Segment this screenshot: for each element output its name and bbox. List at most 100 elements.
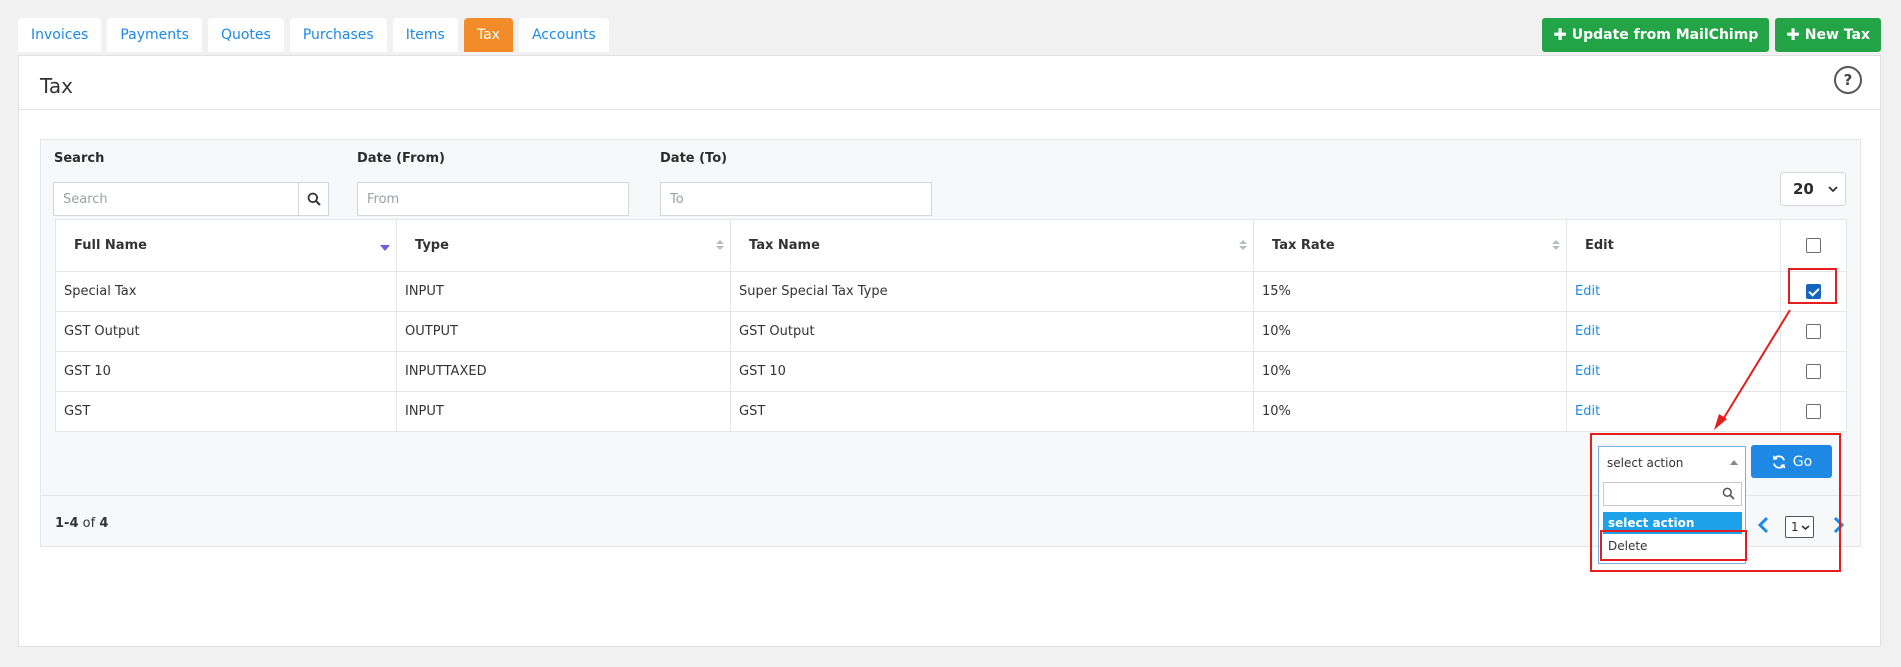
- column-header-label: Tax Rate: [1272, 238, 1335, 253]
- sort-icon: [1552, 240, 1560, 250]
- cell-edit: Edit: [1566, 391, 1781, 432]
- update-from-mailchimp-label: Update from MailChimp: [1571, 27, 1759, 43]
- cell-tax-name: GST 10: [730, 351, 1254, 392]
- record-count: 1-4 of 4: [55, 516, 108, 531]
- cell-type: INPUTTAXED: [396, 351, 731, 392]
- edit-link[interactable]: Edit: [1575, 284, 1600, 299]
- cell-edit: Edit: [1566, 351, 1781, 392]
- date-to-input[interactable]: [660, 182, 932, 216]
- cell-type: INPUT: [396, 391, 731, 432]
- tab-bar: Invoices Payments Quotes Purchases Items…: [18, 18, 609, 52]
- column-header-type[interactable]: Type: [396, 219, 731, 272]
- search-label: Search: [54, 151, 105, 166]
- column-header-label: Tax Name: [749, 238, 820, 253]
- row-checkbox[interactable]: [1806, 324, 1821, 339]
- tab-tax[interactable]: Tax: [463, 18, 513, 52]
- tab-quotes[interactable]: Quotes: [207, 18, 284, 52]
- next-page-button[interactable]: [1832, 515, 1846, 539]
- table-row: GST Output OUTPUT GST Output 10% Edit: [55, 311, 1847, 352]
- go-button[interactable]: Go: [1751, 445, 1832, 478]
- cell-tax-name: Super Special Tax Type: [730, 271, 1254, 312]
- cell-full-name: GST: [55, 391, 397, 432]
- sort-icon: [1239, 240, 1247, 250]
- date-from-input[interactable]: [357, 182, 629, 216]
- cell-select: [1780, 391, 1847, 432]
- dropdown-option-select-action[interactable]: select action: [1603, 512, 1742, 534]
- divider: [19, 109, 1880, 110]
- select-all-checkbox[interactable]: [1806, 238, 1821, 253]
- tab-items[interactable]: Items: [392, 18, 458, 52]
- edit-link[interactable]: Edit: [1575, 364, 1600, 379]
- tab-accounts[interactable]: Accounts: [518, 18, 609, 52]
- previous-page-button[interactable]: [1756, 515, 1770, 539]
- go-label: Go: [1792, 453, 1813, 470]
- cell-edit: Edit: [1566, 311, 1781, 352]
- tax-table: Full Name Type Tax Name Tax Rate Edit Sp…: [55, 219, 1847, 432]
- search-input[interactable]: [53, 182, 299, 216]
- column-header-full-name[interactable]: Full Name: [55, 219, 397, 272]
- cell-tax-name: GST Output: [730, 311, 1254, 352]
- row-checkbox[interactable]: [1806, 284, 1821, 299]
- cell-tax-rate: 10%: [1253, 311, 1567, 352]
- update-from-mailchimp-button[interactable]: ✚ Update from MailChimp: [1542, 18, 1770, 52]
- column-header-tax-name[interactable]: Tax Name: [730, 219, 1254, 272]
- page-title: Tax: [40, 74, 73, 98]
- dropdown-search-input[interactable]: [1603, 482, 1742, 506]
- tab-purchases[interactable]: Purchases: [289, 18, 387, 52]
- chevron-down-icon: [1801, 524, 1810, 530]
- bulk-action-select[interactable]: select action: [1598, 446, 1746, 478]
- plus-icon: ✚: [1553, 25, 1567, 44]
- bulk-action-dropdown: select action Delete: [1598, 478, 1746, 564]
- page-select[interactable]: 1: [1785, 516, 1814, 538]
- cell-select: [1780, 311, 1847, 352]
- cell-tax-rate: 10%: [1253, 351, 1567, 392]
- cell-type: INPUT: [396, 271, 731, 312]
- edit-link[interactable]: Edit: [1575, 324, 1600, 339]
- new-tax-button[interactable]: ✚ New Tax: [1775, 18, 1881, 52]
- date-to-label: Date (To): [660, 151, 728, 166]
- column-header-label: Type: [415, 238, 449, 253]
- cell-select: [1780, 271, 1847, 312]
- column-header-label: Full Name: [74, 238, 147, 253]
- new-tax-label: New Tax: [1804, 27, 1870, 43]
- tab-payments[interactable]: Payments: [107, 18, 202, 52]
- date-from-label: Date (From): [357, 151, 445, 166]
- table-row: Special Tax INPUT Super Special Tax Type…: [55, 271, 1847, 312]
- cell-type: OUTPUT: [396, 311, 731, 352]
- cell-tax-name: GST: [730, 391, 1254, 432]
- table-row: GST INPUT GST 10% Edit: [55, 391, 1847, 432]
- refresh-icon: [1772, 454, 1785, 469]
- bulk-action-selected: select action: [1607, 455, 1684, 470]
- cell-full-name: GST Output: [55, 311, 397, 352]
- page-select-value: 1: [1791, 520, 1799, 534]
- record-total: 4: [99, 516, 109, 531]
- divider: [41, 495, 1860, 496]
- row-checkbox[interactable]: [1806, 364, 1821, 379]
- column-header-label: Edit: [1585, 238, 1614, 253]
- column-header-tax-rate[interactable]: Tax Rate: [1253, 219, 1567, 272]
- top-actions: ✚ Update from MailChimp ✚ New Tax: [1542, 18, 1881, 52]
- tab-invoices[interactable]: Invoices: [18, 18, 102, 52]
- search-icon: [307, 192, 321, 206]
- table-row: GST 10 INPUTTAXED GST 10 10% Edit: [55, 351, 1847, 392]
- tax-list-panel: Search Date (From) Date (To) 20: [40, 139, 1861, 547]
- table-header-row: Full Name Type Tax Name Tax Rate Edit: [55, 219, 1847, 272]
- sort-icon: [716, 240, 724, 250]
- plus-icon: ✚: [1786, 25, 1800, 44]
- cell-edit: Edit: [1566, 271, 1781, 312]
- per-page-value: 20: [1793, 180, 1814, 198]
- help-icon[interactable]: ?: [1834, 66, 1862, 94]
- dropdown-option-delete[interactable]: Delete: [1603, 535, 1742, 557]
- sort-desc-icon: [380, 245, 390, 251]
- search-button[interactable]: [298, 182, 329, 216]
- cell-select: [1780, 351, 1847, 392]
- cell-tax-rate: 10%: [1253, 391, 1567, 432]
- chevron-right-icon: [1833, 516, 1845, 534]
- record-of: of: [82, 516, 96, 531]
- chevron-left-icon: [1757, 516, 1769, 534]
- cell-full-name: GST 10: [55, 351, 397, 392]
- edit-link[interactable]: Edit: [1575, 404, 1600, 419]
- row-checkbox[interactable]: [1806, 404, 1821, 419]
- per-page-select[interactable]: 20: [1780, 172, 1846, 206]
- column-header-edit: Edit: [1566, 219, 1781, 272]
